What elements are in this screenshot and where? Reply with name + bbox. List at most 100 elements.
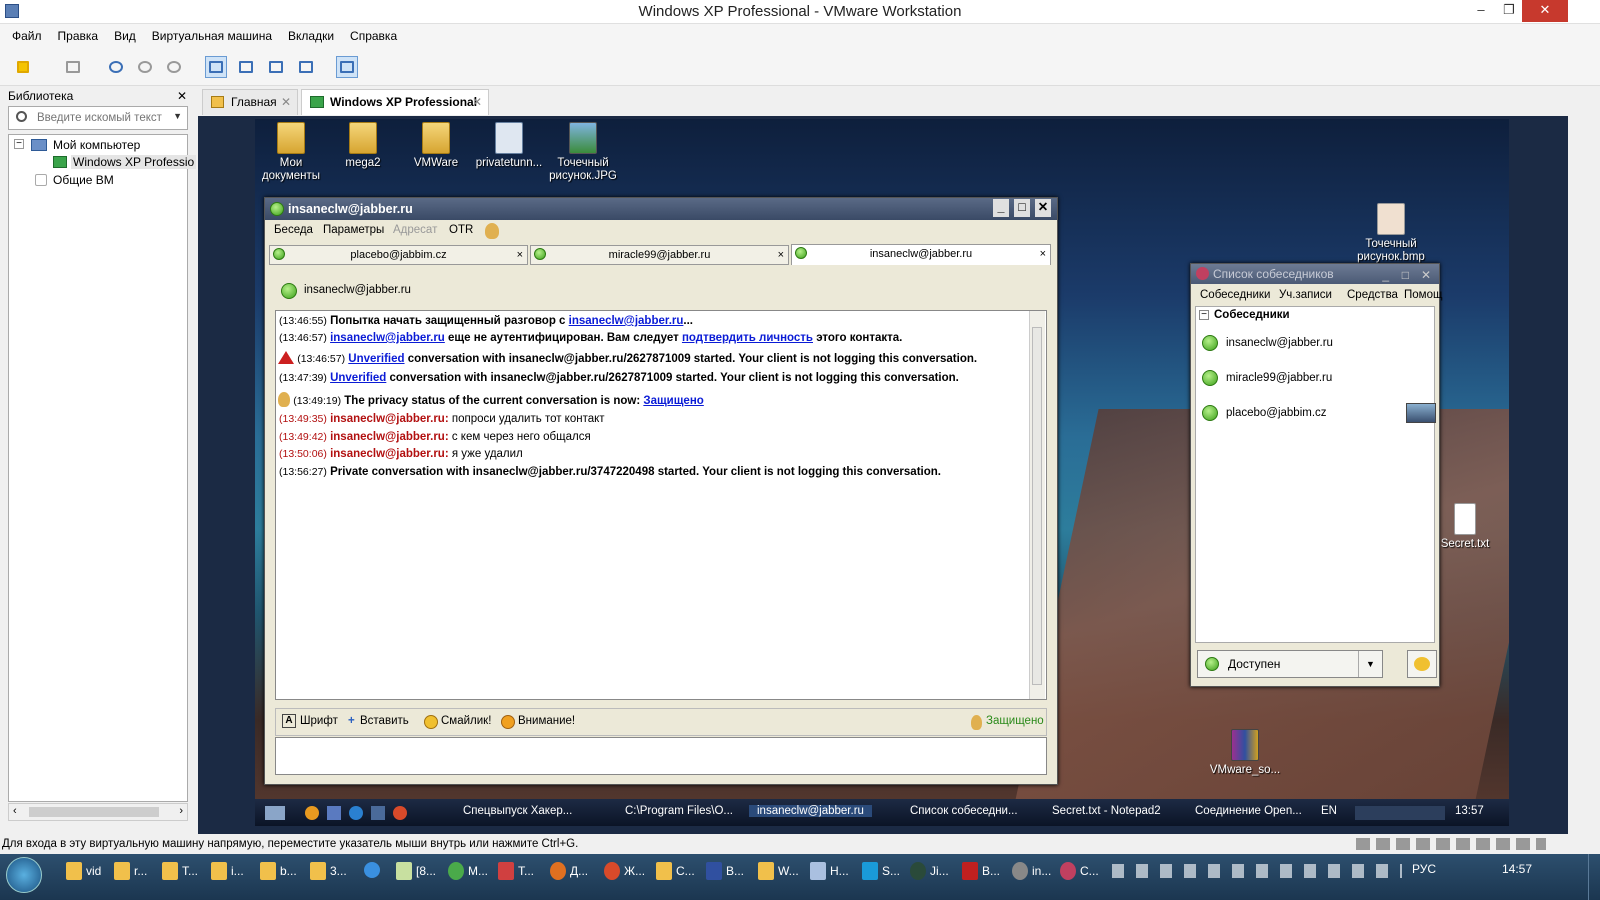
tree-item-shared-vms[interactable]: Общие ВМ: [53, 173, 114, 187]
tab-home[interactable]: Главная ✕: [202, 89, 298, 115]
group-collapse-icon[interactable]: −: [1199, 310, 1209, 320]
desktop-icon[interactable]: [371, 806, 385, 820]
library-search[interactable]: ▼: [8, 106, 188, 130]
start-orb-icon[interactable]: [6, 857, 42, 893]
roster-maximize-button[interactable]: □: [1402, 265, 1409, 285]
chevron-down-icon[interactable]: ▼: [1358, 651, 1382, 677]
device-icons[interactable]: [1356, 838, 1546, 850]
secure-status[interactable]: Защищено: [986, 715, 1044, 727]
host-task-item[interactable]: B...: [958, 856, 1000, 886]
message-input[interactable]: [275, 737, 1047, 775]
tab-home-close-icon[interactable]: ✕: [281, 90, 291, 114]
desktop-icon-my-documents[interactable]: Мои документы: [255, 122, 329, 183]
host-task-item[interactable]: i...: [207, 856, 244, 886]
chat-close-button[interactable]: ✕: [1035, 199, 1051, 217]
host-task-item[interactable]: M...: [444, 856, 488, 886]
restore-button[interactable]: ❐: [1494, 0, 1524, 22]
scroll-thumb[interactable]: [29, 807, 159, 817]
chat-maximize-button[interactable]: □: [1014, 199, 1030, 217]
guest-task-openvpn[interactable]: Соединение Open...: [1195, 805, 1302, 817]
host-task-item[interactable]: b...: [256, 856, 297, 886]
buddy-placebo[interactable]: placebo@jabbim.cz: [1226, 407, 1327, 419]
guest-task-notepad[interactable]: Secret.txt - Notepad2: [1052, 805, 1161, 817]
menu-help[interactable]: Справка: [342, 24, 405, 48]
guest-task-contacts[interactable]: Список собеседни...: [910, 805, 1018, 817]
chat-tab-placebo[interactable]: placebo@jabbim.cz ×: [269, 245, 528, 265]
mood-button[interactable]: [1407, 650, 1437, 678]
close-button[interactable]: ✕: [1522, 0, 1568, 22]
host-task-item[interactable]: B...: [702, 856, 744, 886]
host-task-item[interactable]: [8...: [392, 856, 436, 886]
roster-menu-help[interactable]: Помощ: [1404, 289, 1442, 301]
smiley-button[interactable]: Смайлик!: [441, 715, 491, 727]
host-task-item[interactable]: T...: [494, 856, 534, 886]
buddy-miracle99[interactable]: miracle99@jabber.ru: [1226, 372, 1332, 384]
tab-windows-xp[interactable]: Windows XP Professional ✕: [301, 89, 489, 115]
insert-button[interactable]: Вставить: [360, 715, 409, 727]
chat-tab-insaneclw[interactable]: insaneclw@jabber.ru ×: [791, 244, 1051, 265]
host-task-item[interactable]: C...: [1056, 856, 1099, 886]
roster-close-button[interactable]: ✕: [1421, 265, 1431, 285]
chat-menu-conversation[interactable]: Беседа: [274, 224, 313, 236]
show-desktop-button[interactable]: [1588, 854, 1600, 900]
revert-snapshot-icon[interactable]: [134, 56, 156, 78]
desktop-icon-vmware[interactable]: VMWare: [398, 122, 474, 170]
library-close-icon[interactable]: ✕: [177, 86, 187, 106]
roster-menu-tools[interactable]: Средства: [1347, 289, 1398, 301]
tab-windows-xp-close-icon[interactable]: ✕: [472, 90, 482, 114]
desktop-icon-privatetunnel[interactable]: privatetunn...: [471, 122, 547, 170]
roster-menu-accounts[interactable]: Уч.записи: [1279, 289, 1332, 301]
power-icon[interactable]: [6, 56, 40, 78]
full-screen-icon[interactable]: [265, 56, 287, 78]
snapshot-icon[interactable]: [105, 56, 127, 78]
snapshot-manager-icon[interactable]: [163, 56, 185, 78]
menu-view[interactable]: Вид: [106, 24, 144, 48]
buddy-insaneclw[interactable]: insaneclw@jabber.ru: [1226, 337, 1333, 349]
host-task-item[interactable]: S...: [858, 856, 900, 886]
console-view-icon[interactable]: [336, 56, 358, 78]
show-library-icon[interactable]: [205, 56, 227, 78]
chat-minimize-button[interactable]: _: [993, 199, 1009, 217]
tree-item-my-computer[interactable]: Мой компьютер: [53, 138, 140, 152]
tree-item-windows-xp[interactable]: Windows XP Professio: [71, 155, 197, 169]
quicklaunch-icon[interactable]: [305, 806, 319, 820]
scroll-right-icon[interactable]: ›: [179, 805, 183, 817]
contact-link[interactable]: insaneclw@jabber.ru: [330, 332, 445, 344]
chat-menu-otr[interactable]: OTR: [449, 224, 473, 236]
verify-identity-link[interactable]: подтвердить личность: [682, 332, 813, 344]
chat-tab-miracle99[interactable]: miracle99@jabber.ru ×: [530, 245, 789, 265]
scroll-thumb[interactable]: [1032, 327, 1042, 685]
guest-tray-icons[interactable]: [1355, 806, 1445, 820]
thumbnail-bar-icon[interactable]: [235, 56, 257, 78]
menu-edit[interactable]: Правка: [50, 24, 107, 48]
unverified-link[interactable]: Unverified: [330, 372, 386, 384]
library-search-input[interactable]: [37, 110, 167, 126]
attention-button[interactable]: Внимание!: [518, 715, 575, 727]
desktop-icon-jpg[interactable]: Точечный рисунок.JPG: [545, 122, 621, 183]
log-scrollbar[interactable]: [1029, 311, 1045, 699]
host-task-item[interactable]: 3...: [306, 856, 347, 886]
host-lang[interactable]: РУС: [1412, 862, 1436, 876]
host-task-item[interactable]: Ji...: [906, 856, 949, 886]
host-task-item[interactable]: in...: [1008, 856, 1051, 886]
ie-icon[interactable]: [349, 806, 363, 820]
menu-tabs[interactable]: Вкладки: [280, 24, 342, 48]
minimize-button[interactable]: –: [1466, 0, 1496, 22]
library-scrollbar[interactable]: ‹ ›: [8, 803, 188, 821]
unverified-link[interactable]: Unverified: [348, 353, 404, 365]
tab-close-icon[interactable]: ×: [1040, 245, 1046, 263]
status-selector[interactable]: Доступен ▼: [1197, 650, 1383, 678]
host-task-item[interactable]: Д...: [546, 856, 588, 886]
chat-menu-options[interactable]: Параметры: [323, 224, 384, 236]
menu-file[interactable]: Файл: [4, 24, 50, 48]
host-task-item[interactable]: W...: [754, 856, 799, 886]
font-button[interactable]: Шрифт: [300, 715, 338, 727]
host-task-item[interactable]: H...: [806, 856, 849, 886]
chrome-icon[interactable]: [393, 806, 407, 820]
roster-minimize-button[interactable]: _: [1382, 265, 1389, 285]
unity-icon[interactable]: [295, 56, 317, 78]
send-keys-icon[interactable]: [62, 56, 84, 78]
scroll-left-icon[interactable]: ‹: [13, 805, 17, 817]
tree-collapse-icon[interactable]: −: [14, 139, 24, 149]
group-label[interactable]: Собеседники: [1214, 309, 1290, 321]
